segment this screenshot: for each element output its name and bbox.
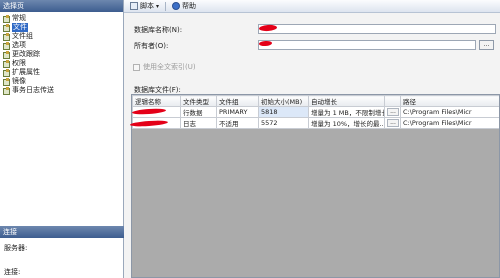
autogrowth-cell[interactable]: 增量为 10%，增长的最... bbox=[308, 117, 385, 129]
page-icon bbox=[3, 87, 10, 95]
page-icon bbox=[3, 33, 10, 41]
sidebar-item-options[interactable]: 选项 bbox=[0, 41, 123, 50]
server-label: 服务器: bbox=[4, 244, 28, 252]
connection-label: 连接: bbox=[4, 268, 21, 276]
page-icon bbox=[3, 15, 10, 23]
initial-size-cell[interactable]: 5572 bbox=[258, 117, 309, 129]
sidebar-item-mirroring[interactable]: 镜像 bbox=[0, 77, 123, 86]
page-list: 常规 文件 文件组 选项 更改跟踪 权限 扩展属性 镜像 事务日志传送 bbox=[0, 14, 123, 95]
grid-header-row: 逻辑名称 文件类型 文件组 初始大小(MB) 自动增长 路径 bbox=[132, 95, 499, 107]
help-label: 帮助 bbox=[182, 2, 197, 10]
chevron-down-icon[interactable]: ▾ bbox=[156, 3, 159, 10]
autogrowth-button-cell: ... bbox=[384, 106, 401, 118]
page-icon bbox=[3, 60, 10, 68]
column-header-filegroup[interactable]: 文件组 bbox=[216, 95, 259, 107]
owner-browse-button[interactable]: ... bbox=[479, 40, 494, 50]
connection-header: 连接 bbox=[0, 226, 124, 238]
fulltext-checkbox[interactable] bbox=[133, 63, 140, 71]
page-icon bbox=[3, 42, 10, 50]
script-button[interactable]: 脚本 ▾ bbox=[128, 1, 161, 12]
page-selector-panel: 选择页 常规 文件 文件组 选项 更改跟踪 权限 扩展属性 镜像 事务日志传送 … bbox=[0, 0, 124, 278]
database-properties-window: 选择页 常规 文件 文件组 选项 更改跟踪 权限 扩展属性 镜像 事务日志传送 … bbox=[0, 0, 500, 278]
sidebar-item-general[interactable]: 常规 bbox=[0, 14, 123, 23]
fulltext-label: 使用全文索引(U) bbox=[143, 63, 196, 71]
path-cell[interactable]: C:\Program Files\Micr bbox=[400, 106, 499, 118]
path-cell[interactable]: C:\Program Files\Micr bbox=[400, 117, 499, 129]
sidebar-item-filegroups[interactable]: 文件组 bbox=[0, 32, 123, 41]
page-icon bbox=[3, 24, 10, 32]
toolbar: 脚本 ▾ 帮助 bbox=[124, 0, 500, 13]
owner-label: 所有者(O): bbox=[134, 42, 169, 50]
script-label: 脚本 bbox=[140, 2, 154, 10]
files-table: 逻辑名称 文件类型 文件组 初始大小(MB) 自动增长 路径 行数据 PRIMA… bbox=[132, 95, 499, 129]
initial-size-cell[interactable]: 5818 bbox=[258, 106, 309, 118]
toolbar-separator bbox=[165, 1, 167, 11]
sidebar-item-permissions[interactable]: 权限 bbox=[0, 59, 123, 68]
autogrowth-edit-button[interactable]: ... bbox=[387, 119, 399, 127]
fulltext-checkbox-row[interactable]: 使用全文索引(U) bbox=[133, 62, 196, 72]
file-type-cell[interactable]: 行数据 bbox=[180, 106, 217, 118]
database-name-input[interactable] bbox=[258, 24, 496, 34]
sidebar-item-change-tracking[interactable]: 更改跟踪 bbox=[0, 50, 123, 59]
database-files-grid[interactable]: 逻辑名称 文件类型 文件组 初始大小(MB) 自动增长 路径 行数据 PRIMA… bbox=[131, 94, 500, 278]
database-name-label: 数据库名称(N): bbox=[134, 26, 183, 34]
filegroup-cell[interactable]: 不适用 bbox=[216, 117, 259, 129]
sidebar-item-log-shipping[interactable]: 事务日志传送 bbox=[0, 86, 123, 95]
filegroup-cell[interactable]: PRIMARY bbox=[216, 106, 259, 118]
script-icon bbox=[130, 2, 138, 10]
table-row[interactable]: 日志 不适用 5572 增量为 10%，增长的最... ... C:\Progr… bbox=[132, 117, 499, 129]
sidebar-item-extended-properties[interactable]: 扩展属性 bbox=[0, 68, 123, 77]
column-header-logical-name[interactable]: 逻辑名称 bbox=[132, 95, 181, 107]
page-icon bbox=[3, 78, 10, 86]
page-icon bbox=[3, 51, 10, 59]
page-selector-header: 选择页 bbox=[0, 0, 123, 12]
sidebar-item-files[interactable]: 文件 bbox=[0, 23, 123, 32]
file-type-cell[interactable]: 日志 bbox=[180, 117, 217, 129]
page-icon bbox=[3, 69, 10, 77]
autogrowth-cell[interactable]: 增量为 1 MB，不限制增长 bbox=[308, 106, 385, 118]
column-header-file-type[interactable]: 文件类型 bbox=[180, 95, 217, 107]
help-icon bbox=[172, 2, 181, 10]
help-button[interactable]: 帮助 bbox=[170, 1, 198, 12]
column-header-initial-size[interactable]: 初始大小(MB) bbox=[258, 95, 309, 107]
column-header-autogrowth-button bbox=[384, 95, 401, 107]
column-header-path[interactable]: 路径 bbox=[400, 95, 499, 107]
table-row[interactable]: 行数据 PRIMARY 5818 增量为 1 MB，不限制增长 ... C:\P… bbox=[132, 106, 499, 118]
owner-input[interactable] bbox=[258, 40, 476, 50]
autogrowth-edit-button[interactable]: ... bbox=[387, 108, 399, 116]
autogrowth-button-cell: ... bbox=[384, 117, 401, 129]
column-header-autogrowth[interactable]: 自动增长 bbox=[308, 95, 385, 107]
